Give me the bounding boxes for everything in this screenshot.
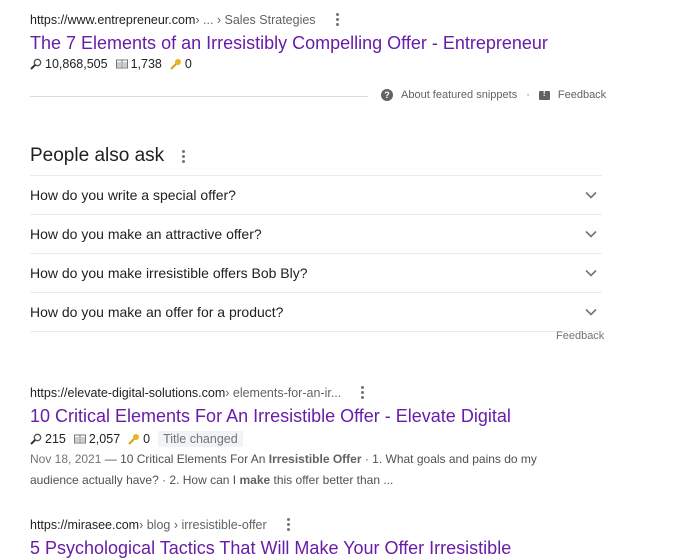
paa-question-text: How do you write a special offer? xyxy=(30,187,236,203)
result-3-title-link[interactable]: 5 Psychological Tactics That Will Make Y… xyxy=(30,538,511,559)
key-count: 0 xyxy=(143,432,151,446)
key-icon xyxy=(128,433,140,445)
result-3-citation[interactable]: https://mirasee.com › blog › irresistibl… xyxy=(30,516,294,533)
more-options-icon[interactable] xyxy=(332,11,343,28)
paa-question[interactable]: How do you make an attractive offer? xyxy=(30,214,602,253)
snippet-text: 10 Critical Elements For An xyxy=(120,452,269,466)
snippet-text: this offer better than ... xyxy=(270,473,394,487)
result-1-title-link[interactable]: The 7 Elements of an Irresistibly Compel… xyxy=(30,33,548,54)
snippet-highlight: make xyxy=(239,473,271,487)
result-1-breadcrumb: › ... › Sales Strategies xyxy=(195,12,316,27)
search-volume: 10,868,505 xyxy=(45,57,108,71)
divider xyxy=(30,96,368,97)
paa-feedback-link[interactable]: Feedback xyxy=(556,330,604,342)
magnifier-icon xyxy=(30,58,42,70)
snippet-highlight: Irresistible Offer xyxy=(268,452,362,466)
book-icon xyxy=(73,434,86,444)
result-2-citation[interactable]: https://elevate-digital-solutions.com › … xyxy=(30,384,368,401)
people-also-ask-heading: People also ask xyxy=(30,145,189,167)
snippet-date: Nov 18, 2021 xyxy=(30,452,102,466)
help-icon: ? xyxy=(381,89,393,101)
result-2-title-link[interactable]: 10 Critical Elements For An Irresistible… xyxy=(30,406,511,427)
page-count: 1,738 xyxy=(130,57,162,71)
chevron-down-icon xyxy=(585,269,597,277)
feedback-link[interactable]: Feedback xyxy=(558,89,606,101)
chevron-down-icon xyxy=(585,230,597,238)
title-changed-badge: Title changed xyxy=(158,431,243,447)
result-3-breadcrumb: › blog › irresistible-offer xyxy=(139,517,267,532)
paa-question-text: How do you make an attractive offer? xyxy=(30,226,262,242)
featured-snippet-footer: ? About featured snippets · Feedback xyxy=(381,89,606,101)
more-options-icon[interactable] xyxy=(178,148,189,165)
magnifier-icon xyxy=(30,433,42,445)
page-count: 2,057 xyxy=(88,432,121,446)
people-also-ask-title: People also ask xyxy=(30,145,165,166)
more-options-icon[interactable] xyxy=(283,516,294,533)
paa-question[interactable]: How do you make irresistible offers Bob … xyxy=(30,253,602,292)
paa-question-text: How do you make irresistible offers Bob … xyxy=(30,265,308,281)
result-1-url: https://www.entrepreneur.com xyxy=(30,12,196,27)
paa-question[interactable]: How do you write a special offer? xyxy=(30,175,602,214)
result-2-snippet: Nov 18, 2021 — 10 Critical Elements For … xyxy=(30,449,550,491)
chevron-down-icon xyxy=(585,191,597,199)
chevron-down-icon xyxy=(585,308,597,316)
result-1-metrics: 10,868,505 1,738 0 xyxy=(30,57,195,71)
feedback-icon xyxy=(538,89,550,100)
key-count: 0 xyxy=(184,57,192,71)
more-options-icon[interactable] xyxy=(357,384,368,401)
separator: · xyxy=(526,89,530,101)
paa-question-text: How do you make an offer for a product? xyxy=(30,304,284,320)
key-icon xyxy=(170,58,182,70)
people-also-ask-list: How do you write a special offer? How do… xyxy=(30,175,602,332)
about-featured-snippets-link[interactable]: About featured snippets xyxy=(401,89,517,101)
paa-question[interactable]: How do you make an offer for a product? xyxy=(30,292,602,332)
search-volume: 215 xyxy=(45,432,66,446)
result-2-breadcrumb: › elements-for-an-ir... xyxy=(225,385,342,400)
snippet-dash: — xyxy=(101,452,121,466)
result-2-metrics: 215 2,057 0 Title changed xyxy=(30,431,243,447)
result-3-url: https://mirasee.com xyxy=(30,517,140,532)
book-icon xyxy=(115,59,128,69)
result-1-citation[interactable]: https://www.entrepreneur.com › ... › Sal… xyxy=(30,11,343,28)
result-2-url: https://elevate-digital-solutions.com xyxy=(30,385,226,400)
